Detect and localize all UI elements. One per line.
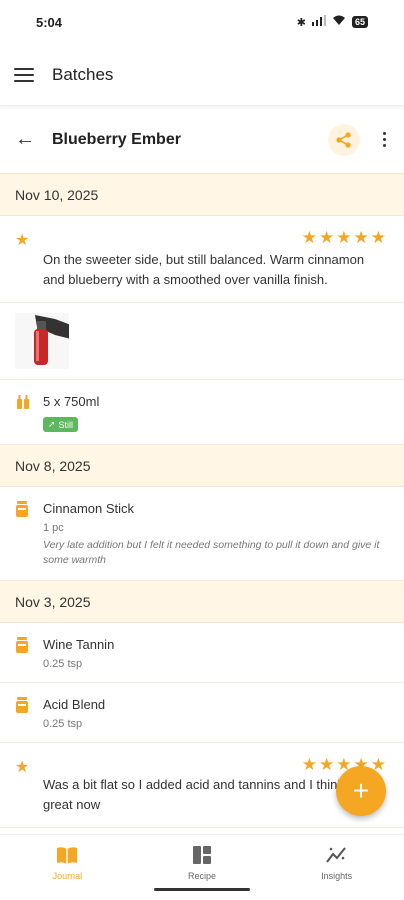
- bottles-icon: [17, 395, 29, 409]
- nav-journal-label: Journal: [52, 871, 83, 881]
- date-header: Nov 3, 2025: [0, 581, 404, 623]
- journal-icon: [57, 847, 78, 864]
- status-bar: 5:04 ✱ 65: [0, 0, 404, 44]
- wifi-icon: [332, 15, 346, 29]
- batch-title: Blueberry Ember: [52, 130, 181, 148]
- back-arrow-icon[interactable]: ←: [12, 128, 38, 151]
- journal-list[interactable]: Nov 10, 2025 ★ On the sweeter side, but …: [0, 174, 404, 834]
- addition-name: Cinnamon Stick: [43, 501, 135, 516]
- addition-amount: 1 pc: [43, 522, 64, 534]
- nav-insights[interactable]: Insights: [269, 835, 404, 900]
- nav-journal[interactable]: Journal: [0, 835, 135, 900]
- app-bar-title: Batches: [52, 64, 114, 84]
- signal-icon: [311, 15, 326, 29]
- ingredient-jar-icon: [16, 501, 28, 517]
- share-icon: [336, 131, 351, 148]
- still-tag: ➚ Still: [43, 417, 79, 432]
- still-tag-label: Still: [58, 419, 74, 430]
- bottling-entry[interactable]: 5 x 750ml ➚ Still: [0, 380, 404, 445]
- home-indicator: [154, 888, 250, 891]
- status-time: 5:04: [36, 14, 63, 30]
- addition-entry[interactable]: Wine Tannin 0.25 tsp: [0, 623, 404, 683]
- ingredient-jar-icon: [16, 697, 28, 713]
- bottling-volume: 5 x 750ml: [43, 394, 100, 409]
- photo-entry[interactable]: [0, 303, 404, 380]
- addition-name: Acid Blend: [43, 697, 106, 712]
- star-icon: ★: [15, 232, 30, 249]
- nav-recipe-label: Recipe: [188, 871, 217, 881]
- date-header: Nov 8, 2025: [0, 445, 404, 487]
- batch-header: ← Blueberry Ember: [0, 106, 404, 174]
- tasting-note-entry[interactable]: ★ On the sweeter side, but still balance…: [0, 216, 404, 303]
- addition-entry[interactable]: Cinnamon Stick 1 pc Very late addition b…: [0, 487, 404, 581]
- addition-name: Wine Tannin: [43, 637, 115, 652]
- nav-insights-label: Insights: [321, 871, 353, 881]
- date-header: Nov 10, 2025: [0, 174, 404, 216]
- insights-icon: [325, 847, 346, 863]
- menu-icon[interactable]: [14, 67, 34, 82]
- star-icon: ★: [15, 759, 30, 776]
- app-bar: Batches: [0, 44, 404, 106]
- bluetooth-icon: ✱: [296, 16, 306, 29]
- ingredient-jar-icon: [16, 637, 28, 653]
- add-entry-button[interactable]: +: [336, 766, 386, 816]
- status-icons: ✱ 65: [297, 15, 368, 29]
- share-button[interactable]: [328, 123, 360, 156]
- batch-photo[interactable]: [15, 313, 71, 369]
- addition-note: Very late addition but I felt it needed …: [43, 539, 380, 566]
- addition-amount: 0.25 tsp: [43, 658, 83, 670]
- addition-entry[interactable]: Acid Blend 0.25 tsp: [0, 683, 404, 743]
- rating-stars: ★★★★★: [301, 228, 388, 247]
- tasting-note-text: On the sweeter side, but still balanced.…: [43, 252, 365, 287]
- recipe-icon: [193, 846, 211, 864]
- still-icon: ➚: [48, 419, 56, 429]
- bottom-nav: Journal Recipe Insights: [0, 834, 404, 900]
- addition-amount: 0.25 tsp: [43, 718, 83, 730]
- more-options-icon[interactable]: [376, 132, 392, 147]
- battery-icon: 65: [351, 16, 368, 28]
